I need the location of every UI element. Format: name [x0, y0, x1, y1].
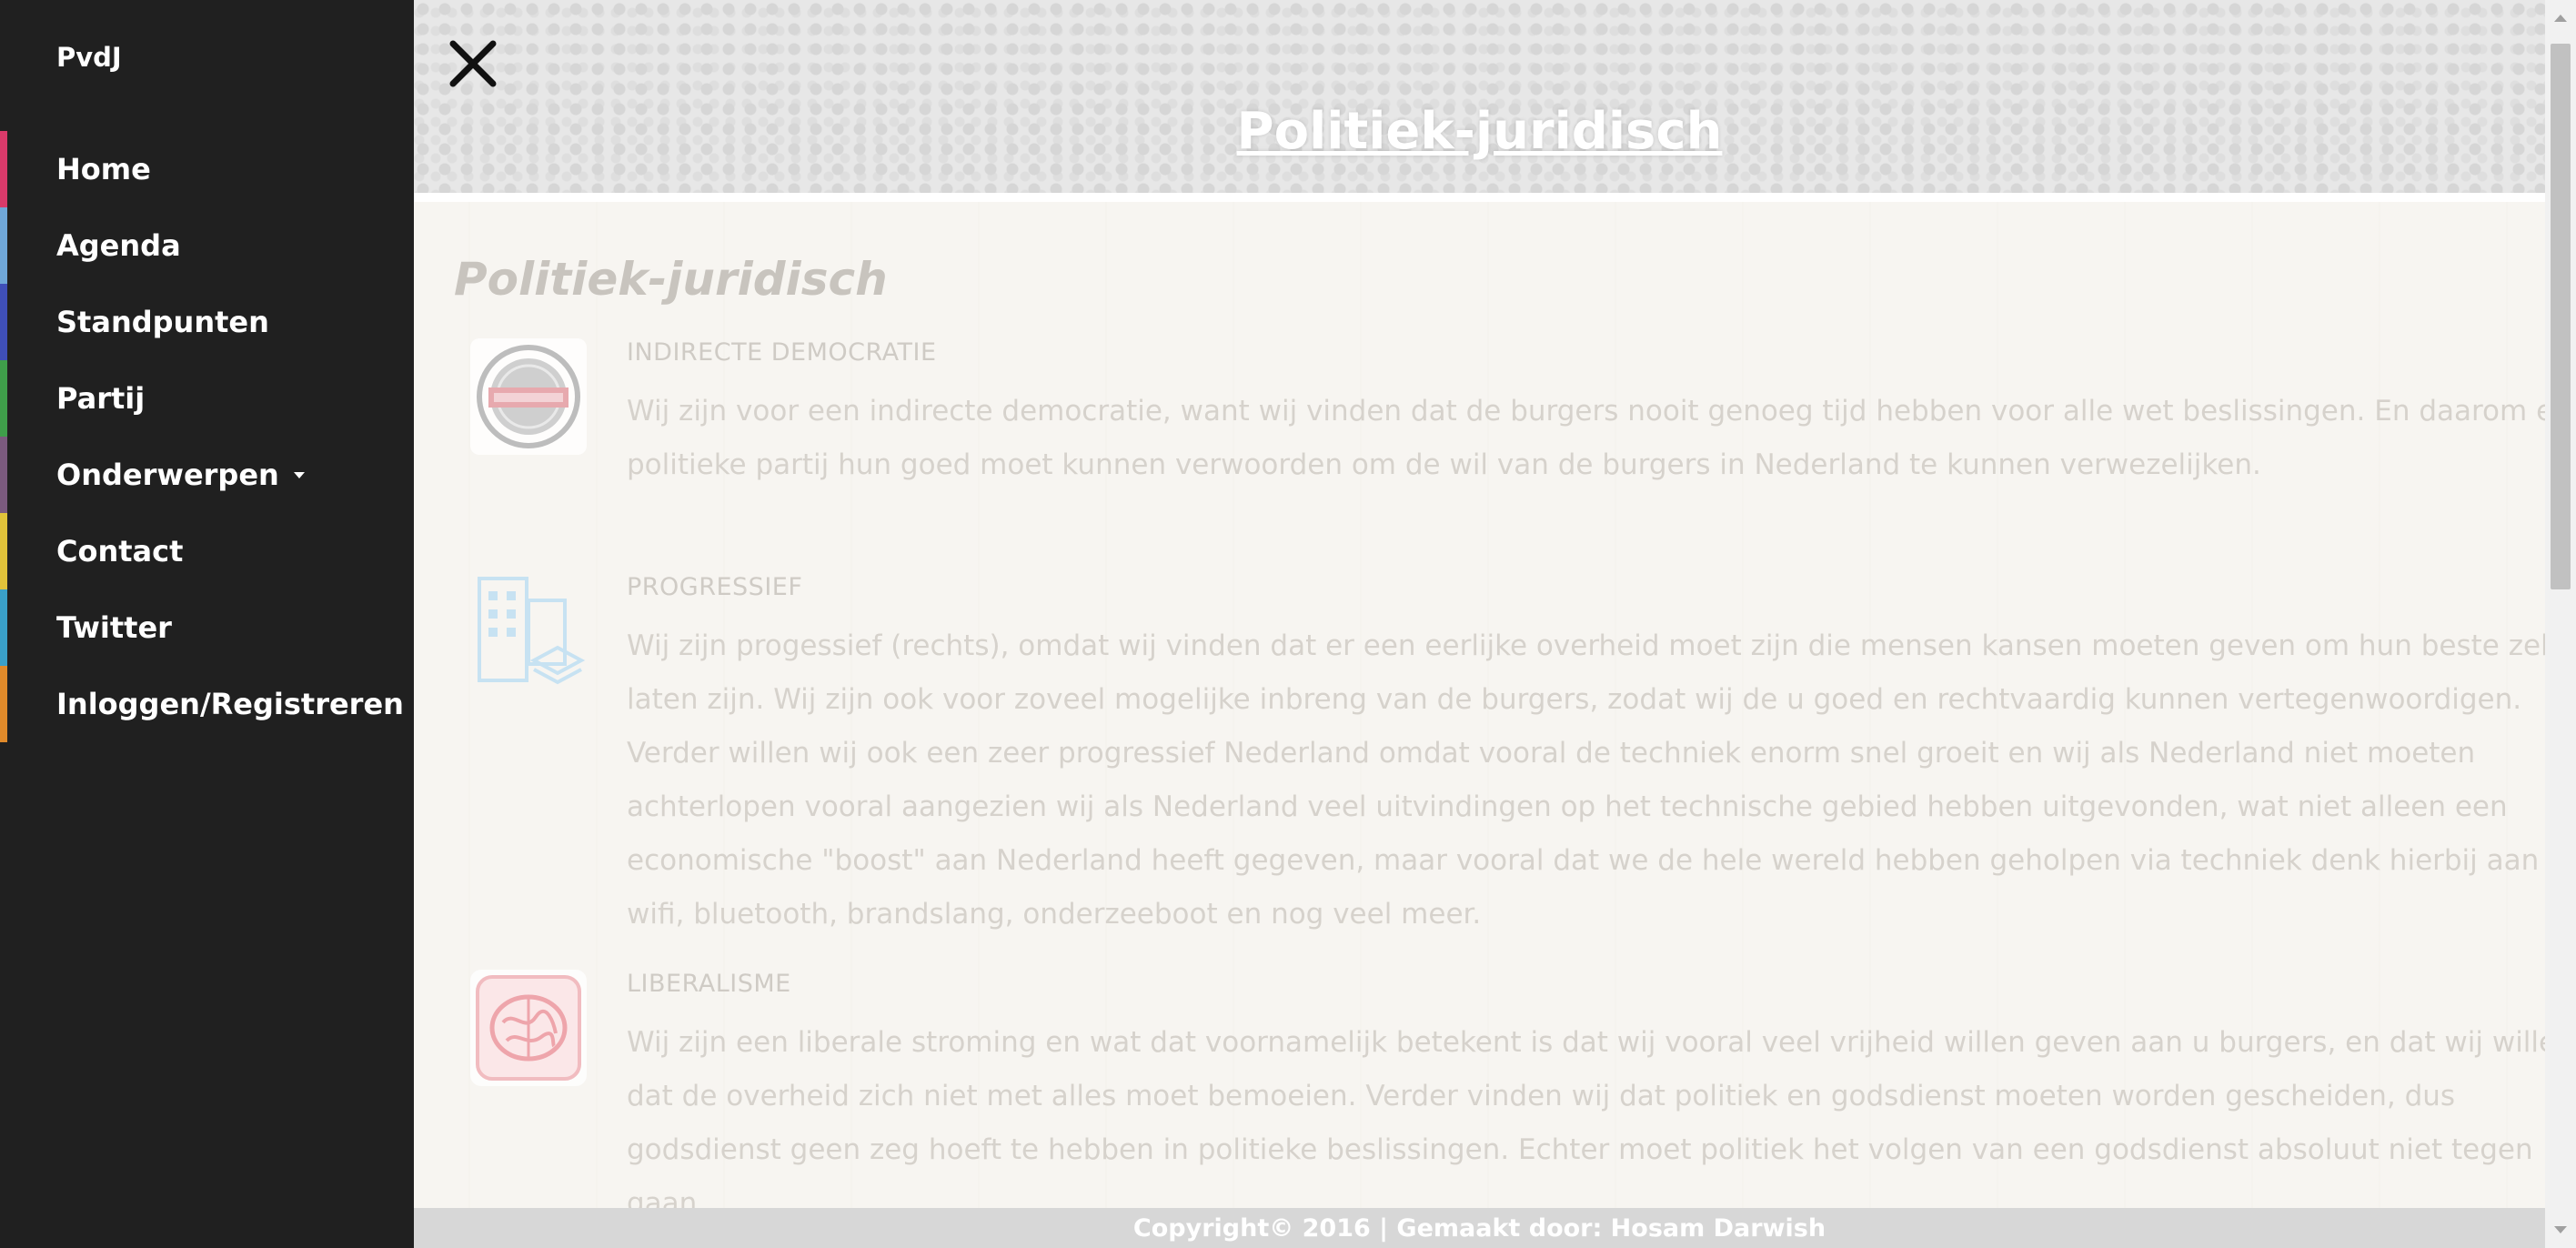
- close-icon[interactable]: [446, 36, 500, 91]
- item-title: PROGRESSIEF: [627, 573, 803, 601]
- item-text: Wij zijn voor een indirecte democratie, …: [627, 395, 2576, 481]
- list-item-body: PROGRESSIEF Wij zijn progessief (rechts)…: [627, 573, 2576, 941]
- sidebar-item-onderwerpen[interactable]: Onderwerpen: [0, 437, 414, 513]
- scroll-up-icon[interactable]: [2554, 15, 2567, 22]
- page-title: Politiek-juridisch: [1236, 102, 1723, 161]
- brand-logo[interactable]: PvdJ: [56, 42, 122, 73]
- footer: Copyright© 2016 | Gemaakt door: Hosam Da…: [414, 1208, 2545, 1248]
- footer-copyright: Copyright© 2016 | Gemaakt door: Hosam Da…: [1132, 1213, 1826, 1243]
- section-title: Politiek-juridisch: [454, 253, 888, 306]
- sidebar-accent: [0, 284, 7, 360]
- sidebar-accent: [0, 589, 7, 666]
- sidebar-accent: [0, 437, 7, 513]
- sidebar-accent: [0, 360, 7, 437]
- sidebar-accent: [0, 513, 7, 589]
- sidebar-item-contact[interactable]: Contact: [0, 513, 414, 589]
- scrollbar[interactable]: [2545, 0, 2576, 1248]
- sidebar-accent: [0, 666, 7, 742]
- sidebar-item-label: Twitter: [56, 610, 172, 645]
- item-text: Wij zijn een liberale stroming en wat da…: [627, 1026, 2574, 1220]
- divider: [414, 193, 2545, 202]
- page: PvdJ Home Agenda Standpunten Partij Onde…: [0, 0, 2576, 1248]
- item-title: LIBERALISME: [627, 970, 791, 998]
- scroll-thumb[interactable]: [2551, 44, 2571, 589]
- sidebar-item-label: Standpunten: [56, 305, 269, 339]
- sidebar-item-label: Inloggen/Registreren: [56, 687, 404, 721]
- sidebar-item-label: Contact: [56, 534, 184, 569]
- sidebar-item-inloggen[interactable]: Inloggen/Registreren: [0, 666, 414, 742]
- sidebar-item-standpunten[interactable]: Standpunten: [0, 284, 414, 360]
- item-title: INDIRECTE DEMOCRATIE: [627, 338, 937, 367]
- stamp-badge-icon: [470, 338, 587, 455]
- hero-banner: Politiek-juridisch: [414, 0, 2545, 200]
- sidebar-item-agenda[interactable]: Agenda: [0, 207, 414, 284]
- chevron-down-icon: [293, 471, 305, 478]
- hero-overlay: [414, 0, 2545, 200]
- scroll-down-icon[interactable]: [2554, 1226, 2567, 1233]
- sidebar-accent: [0, 207, 7, 284]
- list-item-body: LIBERALISME Wij zijn een liberale stromi…: [627, 970, 2576, 1231]
- main-content: Politiek-juridisch Politiek-juridisch IN…: [414, 0, 2576, 1248]
- sidebar-accent: [0, 131, 7, 207]
- buildings-icon: [478, 577, 586, 685]
- list-item-body: INDIRECTE DEMOCRATIE Wij zijn voor een i…: [627, 338, 2576, 492]
- sidebar-item-label: Partij: [56, 381, 146, 416]
- sidebar-item-twitter[interactable]: Twitter: [0, 589, 414, 666]
- brain-icon: [470, 970, 587, 1086]
- item-text: Wij zijn progessief (rechts), omdat wij …: [627, 629, 2576, 931]
- sidebar-item-label: Onderwerpen: [56, 458, 279, 492]
- sidebar-item-partij[interactable]: Partij: [0, 360, 414, 437]
- sidebar-item-home[interactable]: Home: [0, 131, 414, 207]
- content-area: Politiek-juridisch INDIRECTE DEMOCRATIE …: [414, 202, 2576, 1220]
- sidebar-item-label: Home: [56, 152, 151, 186]
- sidebar-item-label: Agenda: [56, 228, 181, 263]
- sidebar-nav: Home Agenda Standpunten Partij Onderwerp…: [0, 131, 414, 742]
- sidebar: PvdJ Home Agenda Standpunten Partij Onde…: [0, 0, 414, 1248]
